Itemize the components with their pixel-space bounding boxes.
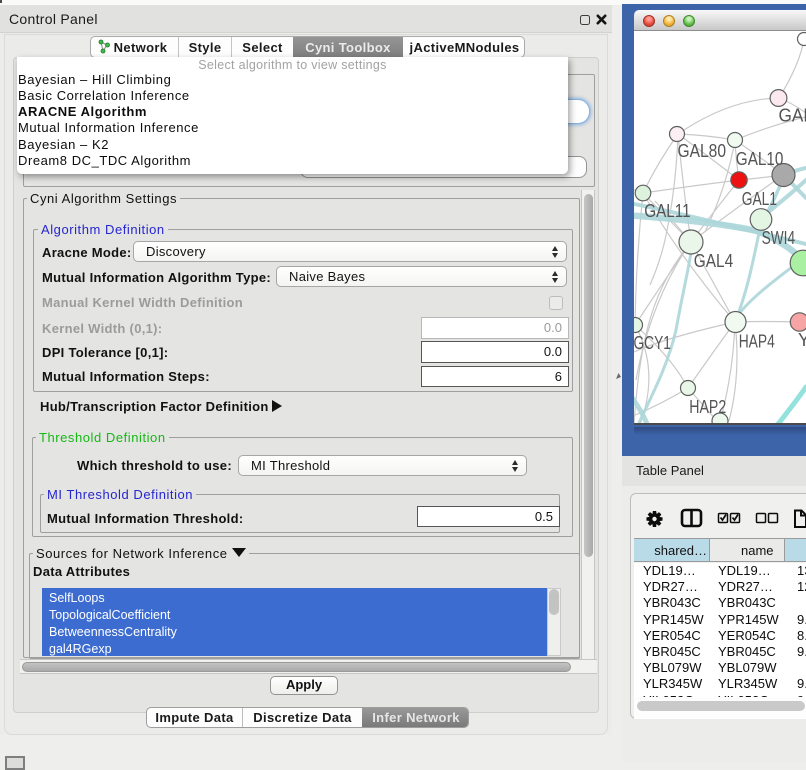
svg-text:GAL1: GAL1 xyxy=(742,189,777,209)
svg-text:GCY1: GCY1 xyxy=(634,333,671,353)
svg-text:HAP4: HAP4 xyxy=(739,332,775,352)
svg-text:GAL80: GAL80 xyxy=(678,141,727,161)
svg-text:GAL4: GAL4 xyxy=(694,251,733,271)
svg-text:GAL10: GAL10 xyxy=(736,149,784,169)
svg-text:GAL2: GAL2 xyxy=(779,106,806,126)
svg-text:SWI4: SWI4 xyxy=(762,228,796,248)
svg-text:HAP2: HAP2 xyxy=(689,397,726,417)
svg-text:GAL11: GAL11 xyxy=(644,201,690,221)
svg-text:Y: Y xyxy=(798,330,806,350)
